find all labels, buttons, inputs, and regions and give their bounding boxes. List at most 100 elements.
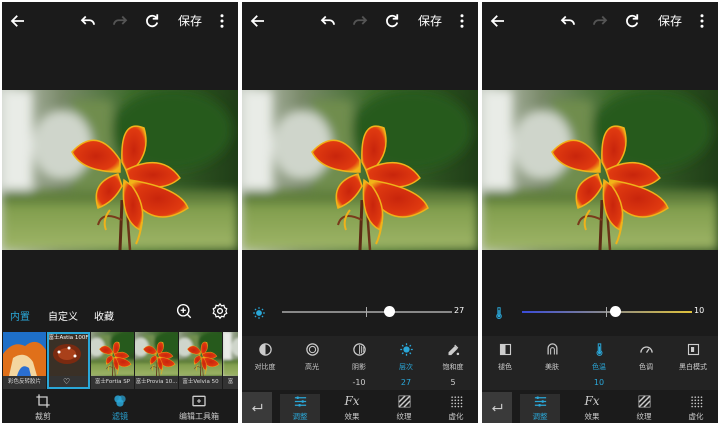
more-menu-icon[interactable]: [212, 11, 232, 31]
tab-favorites[interactable]: 收藏: [94, 308, 114, 323]
tab-builtin[interactable]: 内置: [10, 308, 30, 323]
slider-center-mark: [606, 307, 607, 317]
slider-handle[interactable]: [384, 306, 396, 317]
filter-category-tabs: 内置 自定义 收藏: [2, 304, 238, 328]
nav-toolbox-label: 编辑工具箱: [179, 412, 219, 421]
nav-adjust[interactable]: 调整: [280, 394, 320, 423]
tool-label: 层次: [399, 363, 413, 371]
adjust-screen: 保存 27 对比度 高光 阴影 -10 层次 27 饱和度 5 调整 Fx 效果…: [242, 2, 478, 423]
redo-icon[interactable]: [350, 11, 370, 31]
reset-icon[interactable]: [382, 11, 402, 31]
tool-highlight[interactable]: 高光: [289, 342, 335, 378]
back-arrow-icon[interactable]: [8, 11, 28, 31]
nav-blur[interactable]: 虚化: [436, 394, 476, 422]
nav-texture-label: 纹理: [396, 412, 412, 421]
tool-label: 黑白模式: [679, 363, 707, 371]
highlight-icon: [305, 343, 319, 356]
tool-fade[interactable]: 褪色: [482, 342, 528, 378]
return-icon[interactable]: [242, 392, 272, 423]
tool-label: 褪色: [498, 363, 512, 371]
zoom-add-icon[interactable]: [175, 302, 193, 320]
tab-custom[interactable]: 自定义: [48, 308, 78, 323]
contrast-icon: [258, 343, 272, 356]
nav-blur-label: 虚化: [448, 412, 464, 421]
reset-icon[interactable]: [142, 11, 162, 31]
nav-blur[interactable]: 虚化: [676, 394, 716, 422]
filter-thumbnail-strip: 彩色反转胶片 富士Astia 100F ♡ 富士Fortia SP 富士Prov…: [2, 332, 238, 389]
gear-icon[interactable]: [211, 302, 229, 320]
save-button[interactable]: 保存: [658, 12, 682, 29]
nav-toolbox[interactable]: 编辑工具箱: [174, 393, 224, 422]
redo-icon[interactable]: [110, 11, 130, 31]
photo-preview: [482, 90, 718, 250]
tool-shadow[interactable]: 阴影 -10: [336, 342, 382, 387]
tint-icon: [639, 346, 653, 353]
filter-thumbnail[interactable]: 富士Fortia SP: [91, 332, 134, 389]
undo-icon[interactable]: [78, 11, 98, 31]
tool-saturation[interactable]: 饱和度 5: [430, 342, 476, 387]
tool-label: 饱和度: [442, 363, 464, 371]
return-icon[interactable]: [482, 392, 512, 423]
photo-preview: [2, 90, 238, 250]
tool-temperature[interactable]: 色温 10: [576, 342, 622, 387]
back-arrow-icon[interactable]: [488, 11, 508, 31]
filter-thumbnail[interactable]: 富士Provia 10...: [135, 332, 178, 389]
nav-texture[interactable]: 纹理: [384, 394, 424, 422]
nav-effects[interactable]: Fx 效果: [572, 394, 612, 422]
save-button[interactable]: 保存: [418, 12, 442, 29]
tool-label: 色温: [592, 363, 606, 371]
nav-adjust-label: 调整: [532, 412, 548, 421]
skin-icon: [547, 343, 557, 355]
blur-icon: [690, 396, 702, 408]
undo-icon[interactable]: [558, 11, 578, 31]
fade-icon: [499, 343, 511, 356]
slider-track[interactable]: [522, 311, 692, 313]
tool-value: 10: [593, 378, 605, 387]
nav-blur-label: 虚化: [688, 412, 704, 421]
fx-icon: Fx: [344, 394, 360, 408]
blur-icon: [450, 396, 462, 408]
reset-icon[interactable]: [622, 11, 642, 31]
nav-effects[interactable]: Fx 效果: [332, 394, 372, 422]
tool-tint[interactable]: 色调: [623, 342, 669, 378]
filter-thumbnail-selected[interactable]: 富士Astia 100F ♡: [47, 332, 90, 389]
nav-adjust-label: 调整: [292, 412, 308, 421]
adjust-slider[interactable]: 27: [242, 302, 478, 322]
filter-thumbnail[interactable]: 富: [223, 332, 238, 389]
filter-thumbnail-label: 彩色反转胶片: [7, 379, 41, 385]
texture-icon: [637, 395, 651, 408]
save-button[interactable]: 保存: [178, 12, 202, 29]
more-menu-icon[interactable]: [692, 11, 712, 31]
filter-thumbnail-label: 富: [227, 379, 234, 385]
filter-thumbnail[interactable]: 富士Velvia 50: [179, 332, 222, 389]
fx-icon: Fx: [584, 394, 600, 408]
back-arrow-icon[interactable]: [248, 11, 268, 31]
bottom-nav: 调整 Fx 效果 纹理 虚化: [242, 392, 478, 423]
filter-thumbnail-label: 富士Astia 100F: [48, 335, 89, 341]
nav-adjust[interactable]: 调整: [520, 394, 560, 423]
nav-texture[interactable]: 纹理: [624, 394, 664, 422]
tool-contrast[interactable]: 对比度: [242, 342, 288, 378]
more-menu-icon[interactable]: [452, 11, 472, 31]
nav-crop-label: 裁剪: [35, 412, 51, 421]
tool-value: 5: [450, 378, 456, 387]
undo-icon[interactable]: [318, 11, 338, 31]
tool-levels[interactable]: 层次 27: [383, 342, 429, 387]
nav-crop[interactable]: 裁剪: [28, 393, 58, 422]
filter-icon: [114, 395, 126, 407]
nav-filter[interactable]: 滤镜: [105, 393, 135, 422]
adjust-sliders-icon: [294, 396, 306, 407]
levels-icon: [252, 305, 266, 319]
redo-icon[interactable]: [590, 11, 610, 31]
slider-handle[interactable]: [610, 306, 621, 317]
temperature-slider[interactable]: 10: [482, 302, 718, 322]
tool-bw-mode[interactable]: 黑白模式: [670, 342, 716, 378]
tool-skin[interactable]: 美肤: [529, 342, 575, 378]
filter-thumbnail-label: 富士Fortia SP: [94, 379, 131, 385]
heart-icon[interactable]: ♡: [63, 377, 70, 386]
filter-thumbnail[interactable]: 彩色反转胶片: [3, 332, 46, 389]
nav-effects-label: 效果: [584, 412, 600, 421]
nav-filter-label: 滤镜: [112, 412, 128, 421]
crop-icon: [36, 394, 50, 408]
slider-track[interactable]: [282, 311, 452, 313]
